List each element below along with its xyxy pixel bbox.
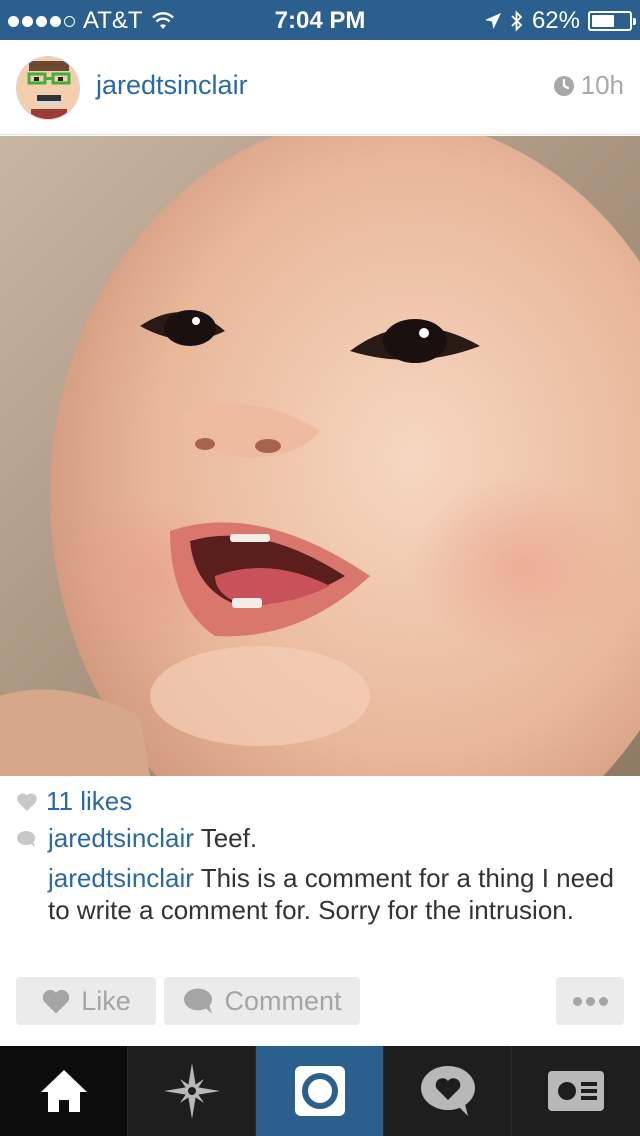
location-arrow-icon	[484, 13, 501, 29]
camera-icon	[294, 1066, 345, 1116]
post-actions: Like Comment	[16, 977, 624, 1025]
likes-row[interactable]: 11 likes	[16, 786, 132, 817]
tab-explore[interactable]	[128, 1046, 256, 1136]
comments-list: jaredtsinclair Teef. jaredtsinclair This…	[16, 822, 626, 926]
likes-count[interactable]: 11 likes	[46, 786, 132, 817]
avatar[interactable]	[16, 56, 80, 120]
more-options-button[interactable]	[556, 977, 624, 1025]
comment-label: Comment	[224, 985, 342, 1016]
post-header: jaredtsinclair 10h	[0, 40, 640, 135]
post-timestamp: 10h	[553, 70, 624, 101]
avatar-image	[17, 57, 79, 119]
status-right: 62%	[484, 7, 636, 35]
bluetooth-icon	[511, 10, 523, 32]
heart-icon	[17, 792, 37, 811]
tab-camera[interactable]	[256, 1046, 384, 1136]
post-username[interactable]: jaredtsinclair	[96, 70, 248, 101]
status-bar: AT&T 7:04 PM 62%	[0, 0, 640, 40]
battery-icon	[588, 11, 636, 31]
time-ago: 10h	[580, 70, 624, 100]
battery-percent: 62%	[531, 7, 580, 34]
comment-username[interactable]: jaredtsinclair	[48, 863, 194, 893]
post-photo[interactable]	[0, 136, 640, 776]
home-icon	[40, 1070, 87, 1112]
comment-bubble-icon	[17, 831, 35, 847]
heart-icon	[43, 989, 70, 1014]
comment-button[interactable]: Comment	[164, 977, 360, 1025]
tab-bar	[0, 1046, 640, 1136]
comment-bubble-icon	[184, 988, 213, 1014]
tab-home[interactable]	[0, 1046, 128, 1136]
comment-item: jaredtsinclair Teef.	[16, 822, 626, 854]
like-button[interactable]: Like	[16, 977, 156, 1025]
comment-username[interactable]: jaredtsinclair	[48, 823, 194, 853]
like-label: Like	[81, 985, 131, 1016]
tab-activity[interactable]	[384, 1046, 512, 1136]
baby-photo-image	[0, 136, 640, 776]
ellipsis-icon	[572, 996, 608, 1006]
tab-profile[interactable]	[512, 1046, 640, 1136]
comment-item: jaredtsinclair This is a comment for a t…	[16, 862, 626, 926]
profile-card-icon	[548, 1071, 604, 1111]
clock-icon	[553, 75, 574, 96]
activity-heart-bubble-icon	[420, 1066, 475, 1116]
comment-text: Teef.	[193, 823, 258, 853]
explore-star-icon	[163, 1063, 220, 1119]
